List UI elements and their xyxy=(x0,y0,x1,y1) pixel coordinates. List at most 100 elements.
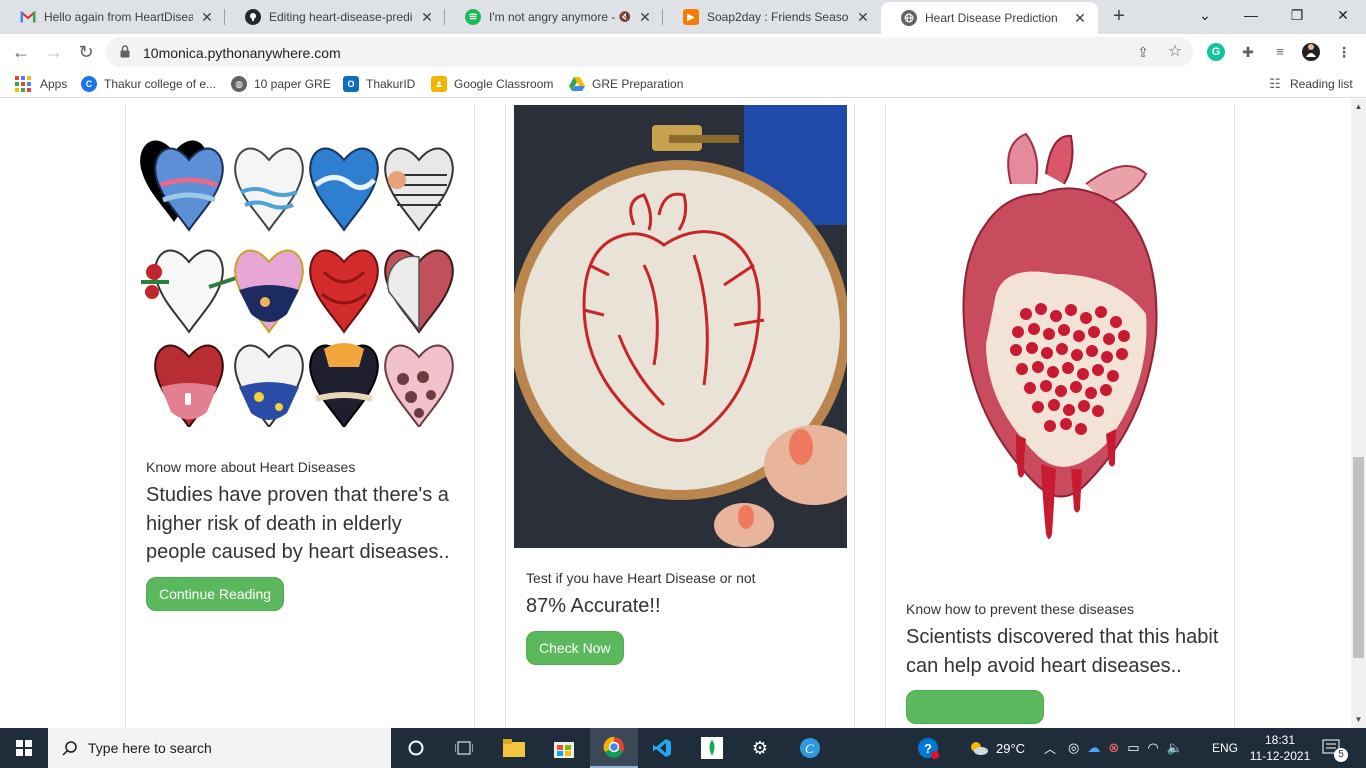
file-explorer-icon[interactable] xyxy=(490,728,538,768)
mongodb-icon[interactable] xyxy=(688,728,736,768)
drive-icon xyxy=(569,76,585,92)
cortana-icon[interactable] xyxy=(392,728,440,768)
card-subtitle: Know how to prevent these diseases xyxy=(906,601,1135,617)
tab-soap2day[interactable]: ▶ Soap2day : Friends Season 1 ✕ xyxy=(663,0,881,34)
notifications-button[interactable]: 5 xyxy=(1322,728,1348,768)
search-icon xyxy=(62,741,77,756)
windows-taskbar: Type here to search ⚙ C ? 29°C ︿ ◎ ☁ ⊗ ▭… xyxy=(0,728,1366,768)
read-more-button[interactable] xyxy=(906,690,1044,724)
bookmark-google-classroom[interactable]: Google Classroom xyxy=(431,76,553,92)
reading-list-icon: ☷ xyxy=(1269,76,1281,91)
minimize-button[interactable]: — xyxy=(1228,0,1274,34)
camera-icon[interactable]: ◎ xyxy=(1068,740,1079,756)
card-subtitle: Test if you have Heart Disease or not xyxy=(526,570,756,586)
start-button[interactable] xyxy=(0,728,48,768)
weather-temperature: 29°C xyxy=(996,740,1026,756)
bookmark-label: GRE Preparation xyxy=(592,77,684,91)
new-tab-button[interactable]: + xyxy=(1107,4,1131,28)
scrollbar-thumb[interactable] xyxy=(1353,457,1364,658)
address-bar[interactable]: 10monica.pythonanywhere.com ⇪ ☆ xyxy=(106,37,1193,67)
reading-list-label: Reading list xyxy=(1290,77,1353,91)
card-body: Know more about Heart Diseases Studies h… xyxy=(146,459,461,611)
scroll-down-arrow-icon[interactable]: ▼ xyxy=(1354,715,1363,724)
tab-title: Editing heart-disease-predict xyxy=(269,10,413,24)
media-control-icon[interactable]: ≡ xyxy=(1271,43,1289,61)
grammarly-icon[interactable]: G xyxy=(1207,43,1225,61)
lock-icon[interactable] xyxy=(120,45,130,58)
card-prevent-diseases: Know how to prevent these diseases Scien… xyxy=(885,104,1235,728)
search-placeholder: Type here to search xyxy=(88,740,212,756)
bookmarks-bar: Apps C Thakur college of e... ◍ 10 paper… xyxy=(0,70,1366,98)
bookmark-10-paper-gre[interactable]: ◍ 10 paper GRE xyxy=(231,76,331,92)
system-tray-icons: ◎ ☁ ⊗ ▭ ◠ 🔈 xyxy=(1068,728,1191,768)
college-icon: C xyxy=(81,76,97,92)
globe-icon xyxy=(901,10,917,26)
reload-button[interactable]: ↻ xyxy=(74,40,98,64)
reading-list-button[interactable]: ☷ Reading list xyxy=(1267,76,1353,92)
embroidered-heart-hoop-image xyxy=(514,105,847,548)
windows-logo-icon xyxy=(16,740,32,756)
close-icon[interactable]: ✕ xyxy=(637,9,653,26)
outlook-icon: O xyxy=(343,76,359,92)
tab-search-dropdown-icon[interactable]: ⌄ xyxy=(1182,0,1228,34)
close-icon[interactable]: ✕ xyxy=(855,9,871,26)
help-icon[interactable]: ? xyxy=(904,728,952,768)
close-icon[interactable]: ✕ xyxy=(1072,10,1088,27)
check-now-button[interactable]: Check Now xyxy=(526,630,624,665)
microsoft-store-icon[interactable] xyxy=(540,728,588,768)
card-test-heart-disease: Test if you have Heart Disease or not 87… xyxy=(505,104,855,728)
close-icon[interactable]: ✕ xyxy=(199,9,215,26)
share-icon[interactable]: ⇪ xyxy=(1134,43,1152,61)
canva-icon[interactable]: C xyxy=(786,728,834,768)
continue-reading-button[interactable]: Continue Reading xyxy=(146,576,285,611)
bookmark-apps[interactable]: Apps xyxy=(15,76,67,92)
page-scrollbar[interactable]: ▲ ▼ xyxy=(1351,99,1366,728)
forward-button[interactable]: → xyxy=(42,40,66,64)
tab-github[interactable]: Editing heart-disease-predict ✕ xyxy=(225,0,445,34)
clock-time: 18:31 xyxy=(1264,733,1296,747)
wifi-icon[interactable]: ◠ xyxy=(1148,740,1159,756)
back-button[interactable]: ← xyxy=(9,40,33,64)
close-window-button[interactable]: ✕ xyxy=(1320,0,1366,34)
notification-count-badge: 5 xyxy=(1334,748,1348,762)
scroll-up-arrow-icon[interactable]: ▲ xyxy=(1354,102,1363,111)
task-view-icon[interactable] xyxy=(440,728,488,768)
tab-heart-disease-prediction[interactable]: Heart Disease Prediction ✕ xyxy=(881,2,1098,34)
bookmark-star-icon[interactable]: ☆ xyxy=(1166,43,1184,61)
card-subtitle: Know more about Heart Diseases xyxy=(146,459,356,475)
close-icon[interactable]: ✕ xyxy=(419,9,435,26)
chrome-taskbar-icon[interactable] xyxy=(590,728,638,768)
battery-icon[interactable]: ▭ xyxy=(1127,740,1139,756)
taskbar-search-box[interactable]: Type here to search xyxy=(48,728,391,768)
volume-icon[interactable]: 🔈 xyxy=(1167,740,1183,756)
extensions-puzzle-icon[interactable]: ✚ xyxy=(1239,43,1257,61)
network-warning-icon[interactable]: ⊗ xyxy=(1108,740,1119,756)
mute-icon[interactable]: 🔇 xyxy=(619,12,631,23)
clock[interactable]: 18:31 11-12-2021 xyxy=(1249,728,1311,768)
url-text[interactable]: 10monica.pythonanywhere.com xyxy=(143,45,341,61)
spotify-icon xyxy=(465,9,481,25)
weather-widget[interactable]: 29°C xyxy=(968,728,1025,768)
profile-avatar[interactable] xyxy=(1302,43,1320,61)
tab-title: I'm not angry anymore - xyxy=(489,10,615,24)
bookmark-gre-preparation[interactable]: GRE Preparation xyxy=(569,76,683,92)
tab-spotify[interactable]: I'm not angry anymore - 🔇 ✕ xyxy=(445,0,663,34)
language-indicator[interactable]: ENG xyxy=(1212,728,1238,768)
soap2day-icon: ▶ xyxy=(683,9,699,25)
bookmark-label: Thakur college of e... xyxy=(104,77,217,91)
bookmark-thakurid[interactable]: O ThakurID xyxy=(343,76,415,92)
bookmark-label: ThakurID xyxy=(366,77,416,91)
tab-title: Heart Disease Prediction xyxy=(925,11,1058,25)
show-hidden-icons-icon[interactable]: ︿ xyxy=(1044,728,1056,768)
tab-gmail[interactable]: Hello again from HeartDisea ✕ xyxy=(0,0,225,34)
bookmark-thakur-college[interactable]: C Thakur college of e... xyxy=(81,76,216,92)
onedrive-cloud-icon[interactable]: ☁ xyxy=(1087,740,1100,756)
menu-kebab-icon[interactable]: ⋮ xyxy=(1335,43,1353,61)
restore-button[interactable]: ❐ xyxy=(1274,0,1320,34)
gmail-icon xyxy=(20,9,36,25)
settings-gear-icon[interactable]: ⚙ xyxy=(736,728,784,768)
globe-icon: ◍ xyxy=(231,76,247,92)
svg-text:?: ? xyxy=(924,741,932,756)
page-viewport: Know more about Heart Diseases Studies h… xyxy=(0,99,1351,728)
vscode-icon[interactable] xyxy=(638,728,686,768)
